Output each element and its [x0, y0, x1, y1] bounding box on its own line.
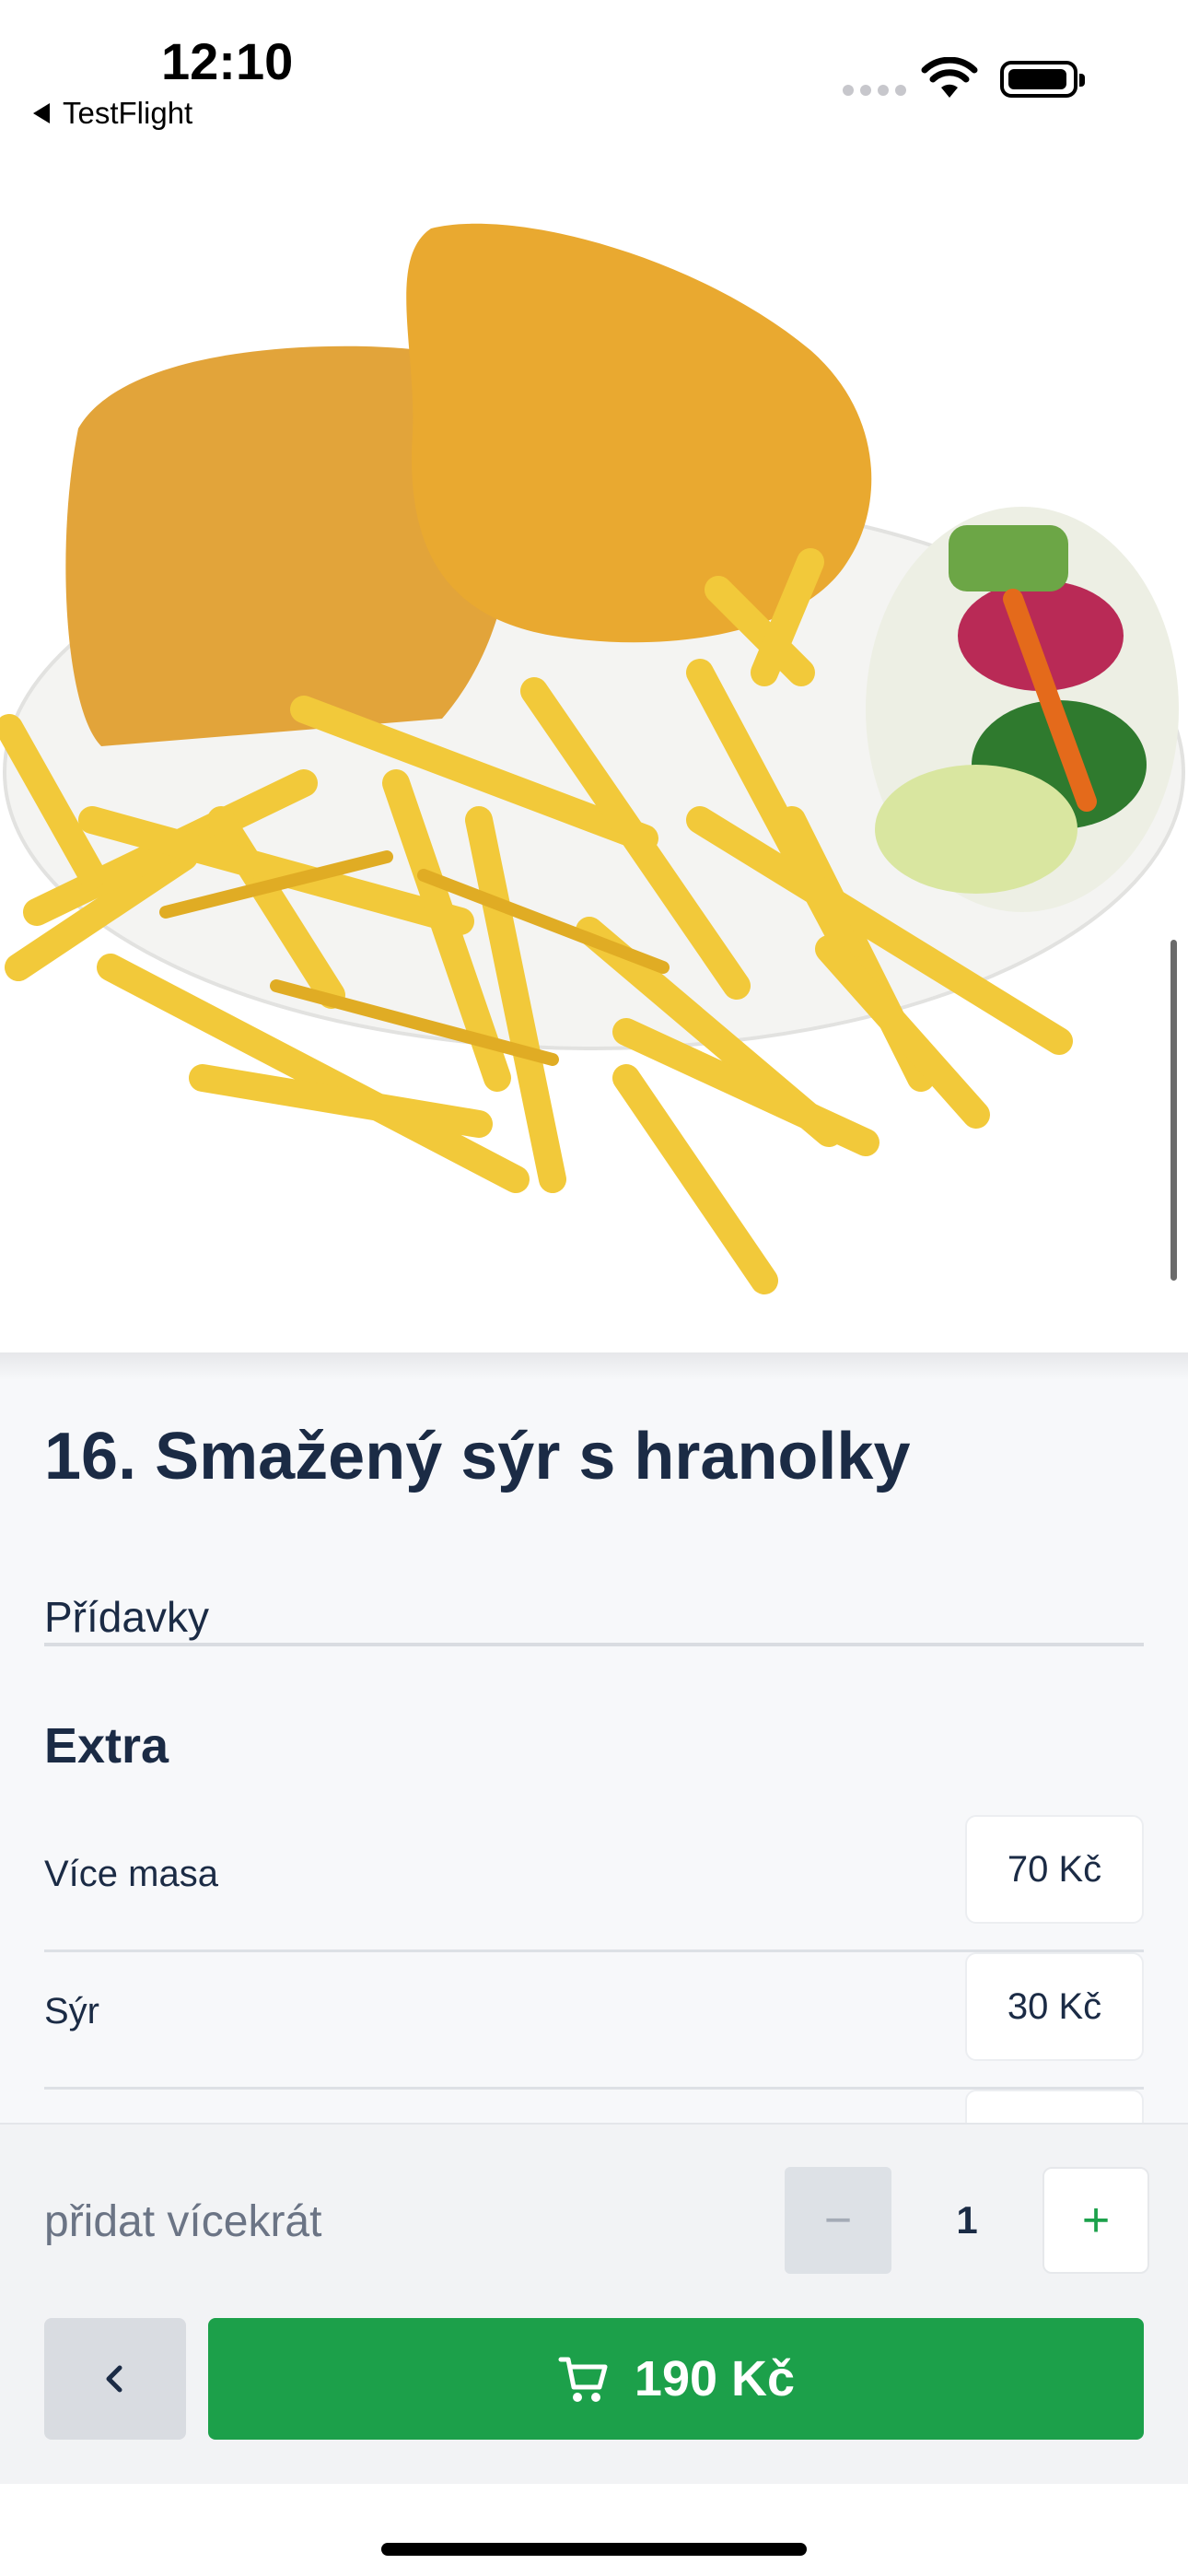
product-title: 16. Smažený sýr s hranolky	[44, 1420, 911, 1493]
extra-price-button[interactable]: 30 Kč	[965, 1952, 1144, 2061]
bottom-safe-area	[0, 2482, 1188, 2576]
back-to-app-link[interactable]: TestFlight	[33, 96, 192, 131]
battery-icon	[1000, 61, 1085, 98]
wifi-icon	[921, 57, 978, 98]
chevron-left-icon	[106, 2365, 122, 2393]
cart-icon	[558, 2357, 608, 2402]
addons-divider	[44, 1643, 1144, 1646]
product-image	[0, 157, 1188, 1352]
hero-shadow	[0, 1352, 1188, 1380]
add-multiple-label: přidat vícekrát	[44, 2197, 322, 2246]
extra-name: Sýr	[44, 1991, 99, 2032]
extra-heading: Extra	[44, 1718, 169, 1774]
status-bar: 12:10 TestFlight	[0, 0, 1188, 157]
extra-row-vice-masa[interactable]: Více masa 70 Kč	[44, 1815, 1144, 1952]
back-app-icon	[33, 103, 50, 123]
back-app-label: TestFlight	[63, 96, 193, 130]
extra-name: Více masa	[44, 1854, 218, 1894]
quantity-decrease-button[interactable]: −	[785, 2167, 891, 2274]
quantity-value: 1	[956, 2198, 978, 2242]
signal-icon	[843, 85, 906, 96]
fried-cheese-fries-photo	[0, 223, 1185, 1294]
extra-price-button[interactable]: 70 Kč	[965, 1815, 1144, 1924]
home-indicator[interactable]	[381, 2543, 807, 2556]
addons-label: Přídavky	[44, 1593, 209, 1641]
status-time: 12:10	[161, 32, 294, 90]
order-panel: přidat vícekrát − 1 + 190 Kč	[0, 2123, 1188, 2484]
back-button[interactable]	[44, 2318, 186, 2440]
add-to-cart-button[interactable]: 190 Kč	[208, 2318, 1144, 2440]
scrollbar[interactable]	[1171, 940, 1177, 1281]
cart-total: 190 Kč	[634, 2351, 796, 2406]
quantity-increase-button[interactable]: +	[1042, 2167, 1149, 2274]
extra-row-syr[interactable]: Sýr 30 Kč	[44, 1952, 1144, 2090]
